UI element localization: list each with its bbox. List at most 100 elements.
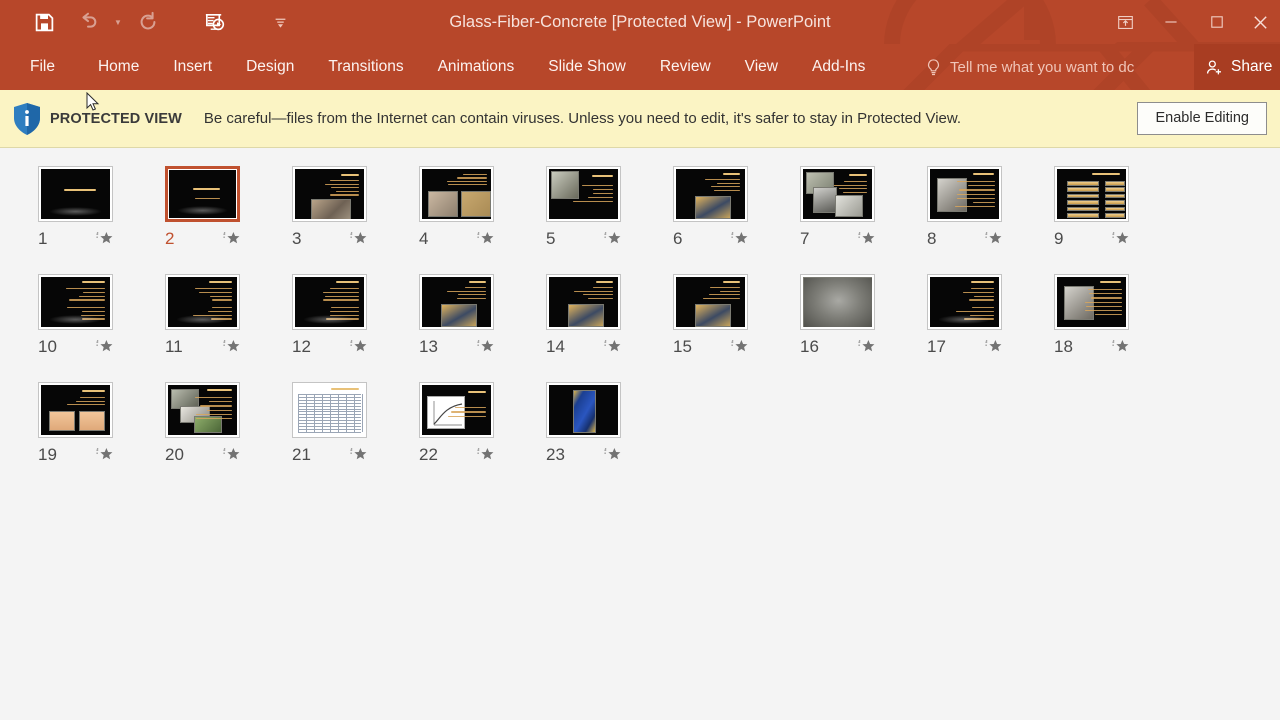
slide-preview [549, 385, 618, 435]
tab-transitions[interactable]: Transitions [311, 44, 420, 90]
slide-thumbnail-4[interactable] [419, 166, 494, 222]
animation-star-icon[interactable] [604, 230, 622, 248]
tab-slide-show[interactable]: Slide Show [531, 44, 643, 90]
slide-thumbnail-6[interactable] [673, 166, 748, 222]
undo-button[interactable] [66, 2, 110, 42]
slide-cell[interactable]: 9 [1042, 166, 1169, 249]
customize-qat-button[interactable] [266, 2, 294, 42]
slide-cell[interactable]: 14 [534, 274, 661, 357]
slide-cell[interactable]: 4 [407, 166, 534, 249]
restore-button[interactable] [1194, 0, 1240, 44]
slide-cell[interactable]: 15 [661, 274, 788, 357]
slide-thumbnail-13[interactable] [419, 274, 494, 330]
animation-star-icon[interactable] [604, 446, 622, 464]
slide-thumbnail-22[interactable] [419, 382, 494, 438]
slide-thumbnail-14[interactable] [546, 274, 621, 330]
tab-review[interactable]: Review [643, 44, 728, 90]
close-button[interactable] [1240, 0, 1280, 44]
animation-star-icon[interactable] [731, 230, 749, 248]
slide-thumbnail-21[interactable] [292, 382, 367, 438]
slide-thumbnail-17[interactable] [927, 274, 1002, 330]
minimize-button[interactable] [1148, 0, 1194, 44]
share-button[interactable]: Share [1194, 44, 1280, 90]
animation-star-icon[interactable] [223, 446, 241, 464]
animation-star-icon[interactable] [96, 446, 114, 464]
slide-thumbnail-7[interactable] [800, 166, 875, 222]
slide-thumbnail-3[interactable] [292, 166, 367, 222]
slide-preview [549, 169, 618, 219]
ribbon-display-options-button[interactable] [1102, 0, 1148, 44]
slide-cell[interactable]: 16 [788, 274, 915, 357]
info-shield-icon [12, 102, 42, 136]
slide-cell[interactable]: 21 [280, 382, 407, 465]
enable-editing-button[interactable]: Enable Editing [1137, 102, 1267, 135]
slide-cell[interactable]: 3 [280, 166, 407, 249]
redo-button[interactable] [126, 2, 170, 42]
animation-star-icon[interactable] [1112, 230, 1130, 248]
slide-cell[interactable]: 17 [915, 274, 1042, 357]
slide-cell[interactable]: 11 [153, 274, 280, 357]
slide-cell[interactable]: 18 [1042, 274, 1169, 357]
animation-star-icon[interactable] [985, 338, 1003, 356]
slide-thumbnail-15[interactable] [673, 274, 748, 330]
slide-thumbnail-23[interactable] [546, 382, 621, 438]
slide-thumbnail-2[interactable] [165, 166, 240, 222]
undo-dropdown-arrow[interactable]: ▼ [110, 2, 126, 42]
tab-home[interactable]: Home [81, 44, 156, 90]
slide-thumbnail-18[interactable] [1054, 274, 1129, 330]
slide-thumbnail-9[interactable] [1054, 166, 1129, 222]
tab-view[interactable]: View [728, 44, 795, 90]
slide-thumbnail-12[interactable] [292, 274, 367, 330]
slide-thumbnail-1[interactable] [38, 166, 113, 222]
slide-cell[interactable]: 20 [153, 382, 280, 465]
slide-cell[interactable]: 19 [26, 382, 153, 465]
animation-star-icon[interactable] [604, 338, 622, 356]
slide-thumbnail-10[interactable] [38, 274, 113, 330]
slide-cell[interactable]: 23 [534, 382, 661, 465]
slide-cell[interactable]: 1 [26, 166, 153, 249]
slide-thumbnail-19[interactable] [38, 382, 113, 438]
animation-star-icon[interactable] [477, 230, 495, 248]
animation-star-icon[interactable] [223, 338, 241, 356]
tab-design[interactable]: Design [229, 44, 311, 90]
animation-star-icon[interactable] [477, 446, 495, 464]
animation-star-icon[interactable] [858, 338, 876, 356]
animation-star-icon[interactable] [223, 230, 241, 248]
slide-thumbnail-20[interactable] [165, 382, 240, 438]
protected-view-bar: PROTECTED VIEW Be careful—files from the… [0, 90, 1280, 148]
start-presentation-button[interactable] [192, 2, 236, 42]
animation-star-icon[interactable] [858, 230, 876, 248]
slide-thumbnail-8[interactable] [927, 166, 1002, 222]
tab-animations[interactable]: Animations [421, 44, 532, 90]
slide-cell[interactable]: 12 [280, 274, 407, 357]
slide-thumbnail-5[interactable] [546, 166, 621, 222]
animation-star-icon[interactable] [96, 230, 114, 248]
animation-star-icon[interactable] [350, 446, 368, 464]
slide-thumbnail-16[interactable] [800, 274, 875, 330]
animation-star-icon[interactable] [477, 338, 495, 356]
animation-star-icon[interactable] [731, 338, 749, 356]
slide-thumbnail-11[interactable] [165, 274, 240, 330]
slide-number: 19 [38, 445, 96, 465]
slide-cell[interactable]: 22 [407, 382, 534, 465]
animation-star-icon[interactable] [350, 338, 368, 356]
tab-add-ins[interactable]: Add-Ins [795, 44, 882, 90]
animation-star-icon[interactable] [96, 338, 114, 356]
tab-insert[interactable]: Insert [156, 44, 229, 90]
tell-me-search[interactable]: Tell me what you want to dc [925, 44, 1134, 90]
chevron-down-icon [274, 16, 287, 29]
animation-star-icon[interactable] [985, 230, 1003, 248]
slide-cell[interactable]: 8 [915, 166, 1042, 249]
slide-cell[interactable]: 6 [661, 166, 788, 249]
tab-file[interactable]: File [0, 44, 81, 90]
animation-star-icon[interactable] [1112, 338, 1130, 356]
slide-cell[interactable]: 5 [534, 166, 661, 249]
save-button[interactable] [22, 2, 66, 42]
slide-sorter-pane[interactable]: 1 2 3 4 5 6 7 8 9 10 11 12 13 14 15 16 17 18 19 20 21 22 23 [0, 148, 1280, 720]
slide-cell[interactable]: 7 [788, 166, 915, 249]
slide-cell[interactable]: 10 [26, 274, 153, 357]
slide-cell[interactable]: 2 [153, 166, 280, 249]
slide-number: 7 [800, 229, 858, 249]
animation-star-icon[interactable] [350, 230, 368, 248]
slide-cell[interactable]: 13 [407, 274, 534, 357]
